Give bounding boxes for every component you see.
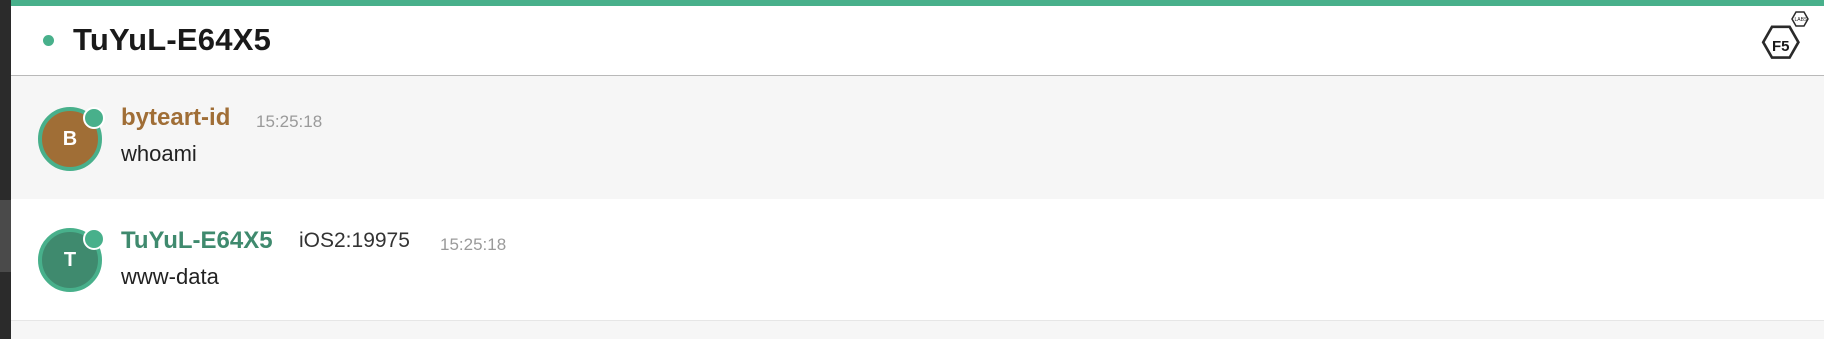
room-status-dot <box>43 35 54 46</box>
message-timestamp: 15:25:18 <box>440 235 507 254</box>
chat-header: TuYuL-E64X5 F5 LABS <box>11 6 1824 76</box>
avatar[interactable]: T <box>38 228 105 292</box>
message-text: whoami <box>121 141 197 166</box>
message-nick[interactable]: TuYuL-E64X5 <box>121 227 273 255</box>
message-text: www-data <box>121 264 219 289</box>
online-indicator <box>83 228 105 250</box>
left-window-edge <box>0 0 11 339</box>
message-item: B byteart-id 15:25:18 whoami <box>11 76 1824 199</box>
online-indicator <box>83 107 105 129</box>
chat-app: TuYuL-E64X5 F5 LABS B byteart-id 15:25:1… <box>11 0 1824 339</box>
f5-labs-logo-icon[interactable]: F5 LABS <box>1750 10 1812 68</box>
message-timestamp: 15:25:18 <box>256 112 323 131</box>
logo-text: F5 <box>1772 38 1790 55</box>
left-window-edge-highlight <box>0 200 11 272</box>
avatar[interactable]: B <box>38 107 105 171</box>
message-list-bottom <box>11 321 1824 339</box>
message-item: T TuYuL-E64X5 iOS2:19975 15:25:18 www-da… <box>11 199 1824 321</box>
room-title: TuYuL-E64X5 <box>73 22 272 57</box>
avatar-letter: B <box>62 127 78 150</box>
avatar-letter: T <box>63 248 77 271</box>
message-client-info: iOS2:19975 <box>299 229 410 252</box>
logo-badge-text: LABS <box>1795 17 1808 23</box>
message-nick[interactable]: byteart-id <box>121 104 230 132</box>
